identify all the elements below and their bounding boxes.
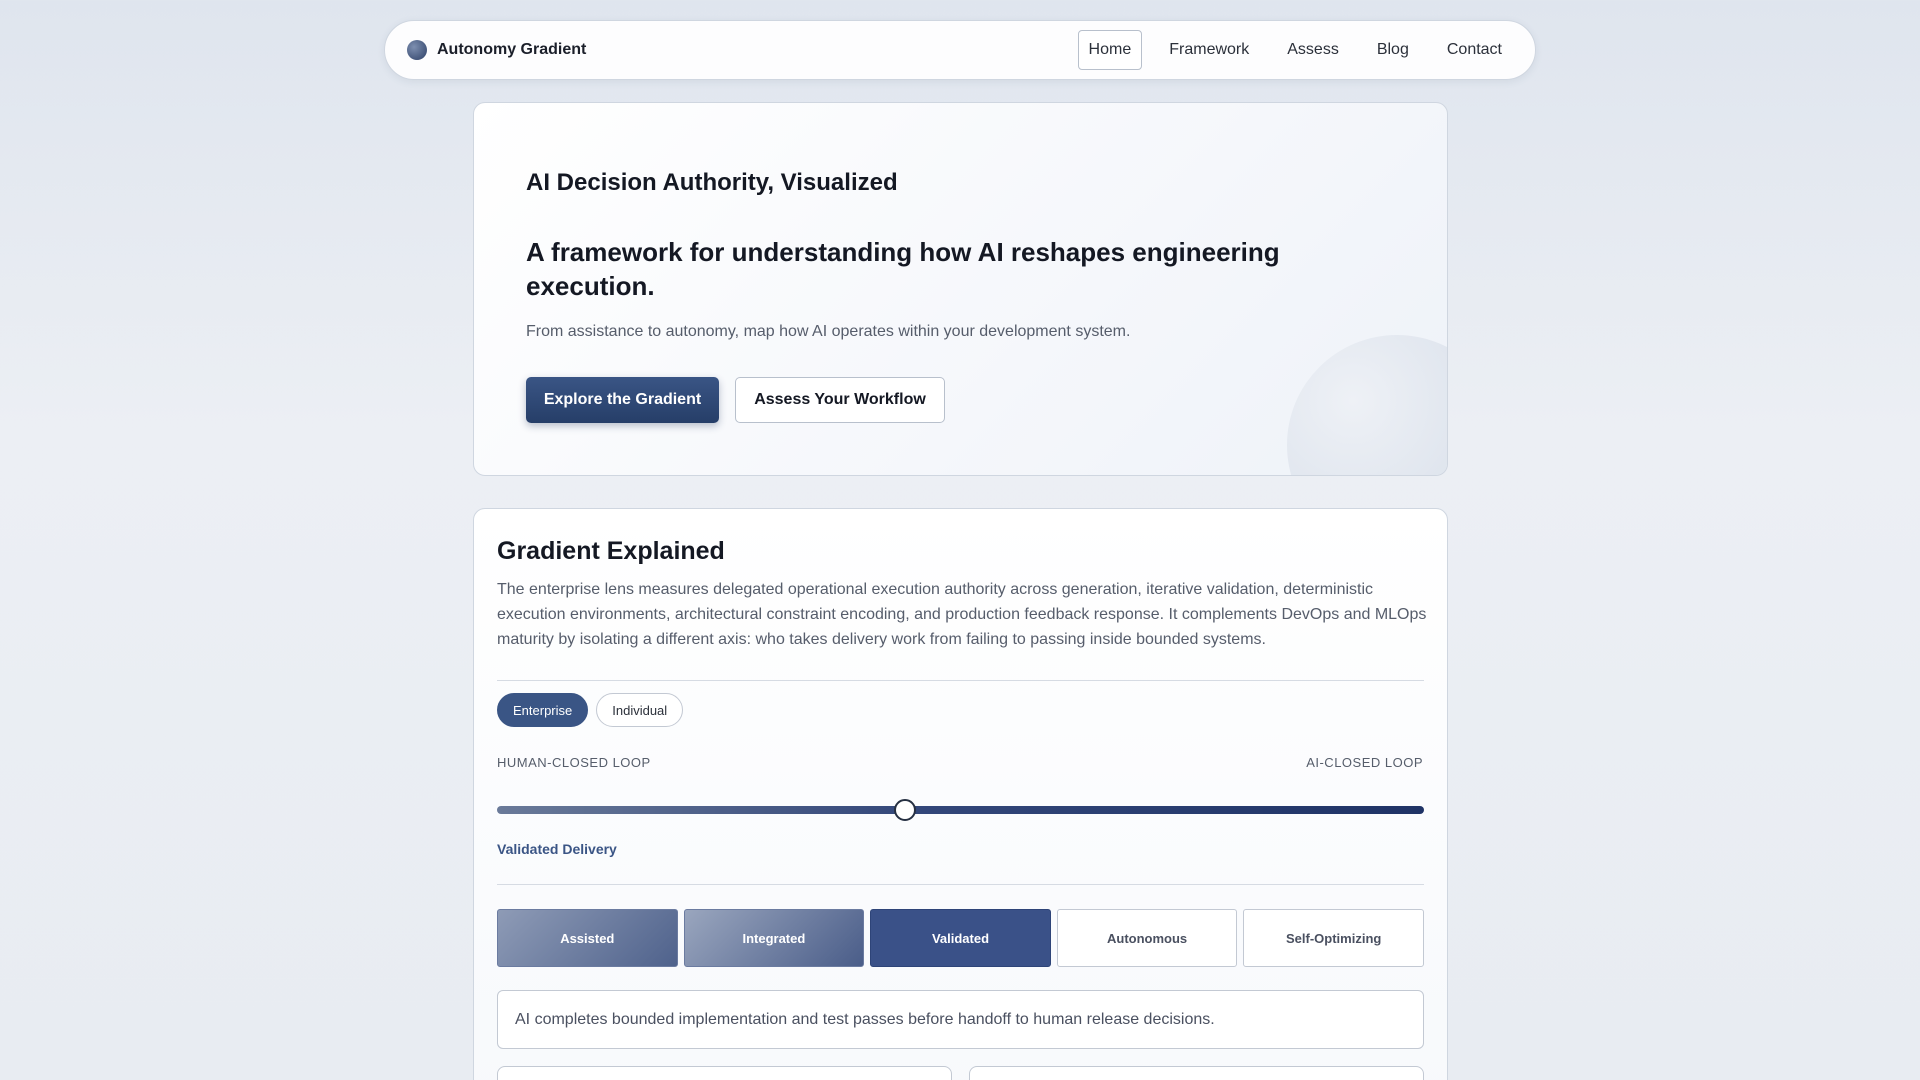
assess-workflow-button[interactable]: Assess Your Workflow xyxy=(735,377,945,423)
hero-title: A framework for understanding how AI res… xyxy=(526,237,1280,301)
lens-enterprise-toggle[interactable]: Enterprise xyxy=(497,693,589,727)
gradient-slider-track[interactable] xyxy=(497,806,1424,814)
stage-validated[interactable]: Validated xyxy=(870,909,1051,967)
stage-integrated[interactable]: Integrated xyxy=(683,909,865,967)
nav-link-contact[interactable]: Contact xyxy=(1436,30,1513,70)
axis-left-label: HUMAN-CLOSED LOOP xyxy=(497,755,651,770)
detail-card-left xyxy=(497,1066,952,1080)
explore-gradient-button[interactable]: Explore the Gradient xyxy=(526,377,719,423)
nav-link-blog[interactable]: Blog xyxy=(1366,30,1420,70)
hero-card: AI Decision Authority, Visualized A fram… xyxy=(473,102,1448,476)
brand[interactable]: Autonomy Gradient xyxy=(407,40,586,60)
top-nav: Autonomy Gradient Home Framework Assess … xyxy=(384,20,1536,80)
nav-links: Home Framework Assess Blog Contact xyxy=(1066,30,1513,70)
axis-right-label: AI-CLOSED LOOP xyxy=(1306,755,1423,770)
divider xyxy=(497,884,1424,885)
gradient-panel: Gradient Explained The enterprise lens m… xyxy=(473,508,1448,1080)
nav-link-home[interactable]: Home xyxy=(1077,30,1143,70)
gradient-title: Gradient Explained xyxy=(497,537,725,565)
stage-selector: Assisted Integrated Validated Autonomous… xyxy=(497,909,1424,967)
stage-self-optimizing[interactable]: Self-Optimizing xyxy=(1243,909,1424,967)
divider xyxy=(497,680,1424,681)
lens-toggle: Enterprise Individual xyxy=(497,693,684,727)
stage-autonomous[interactable]: Autonomous xyxy=(1056,909,1238,967)
lens-individual-toggle[interactable]: Individual xyxy=(596,693,684,727)
current-stage-label: Validated Delivery xyxy=(497,841,617,857)
hero-kicker: AI Decision Authority, Visualized xyxy=(526,169,898,196)
gradient-description: The enterprise lens measures delegated o… xyxy=(497,581,1427,648)
brand-orb-icon xyxy=(407,40,427,60)
brand-name: Autonomy Gradient xyxy=(437,41,587,58)
stage-assisted[interactable]: Assisted xyxy=(497,909,678,967)
gradient-slider-thumb[interactable] xyxy=(893,799,916,821)
nav-link-framework[interactable]: Framework xyxy=(1158,30,1260,70)
nav-link-assess[interactable]: Assess xyxy=(1276,30,1350,70)
stage-description: AI completes bounded implementation and … xyxy=(497,990,1424,1049)
detail-card-right xyxy=(969,1066,1424,1080)
hero-decorative-orb xyxy=(1287,335,1447,475)
hero-subtitle: From assistance to autonomy, map how AI … xyxy=(526,323,1131,340)
